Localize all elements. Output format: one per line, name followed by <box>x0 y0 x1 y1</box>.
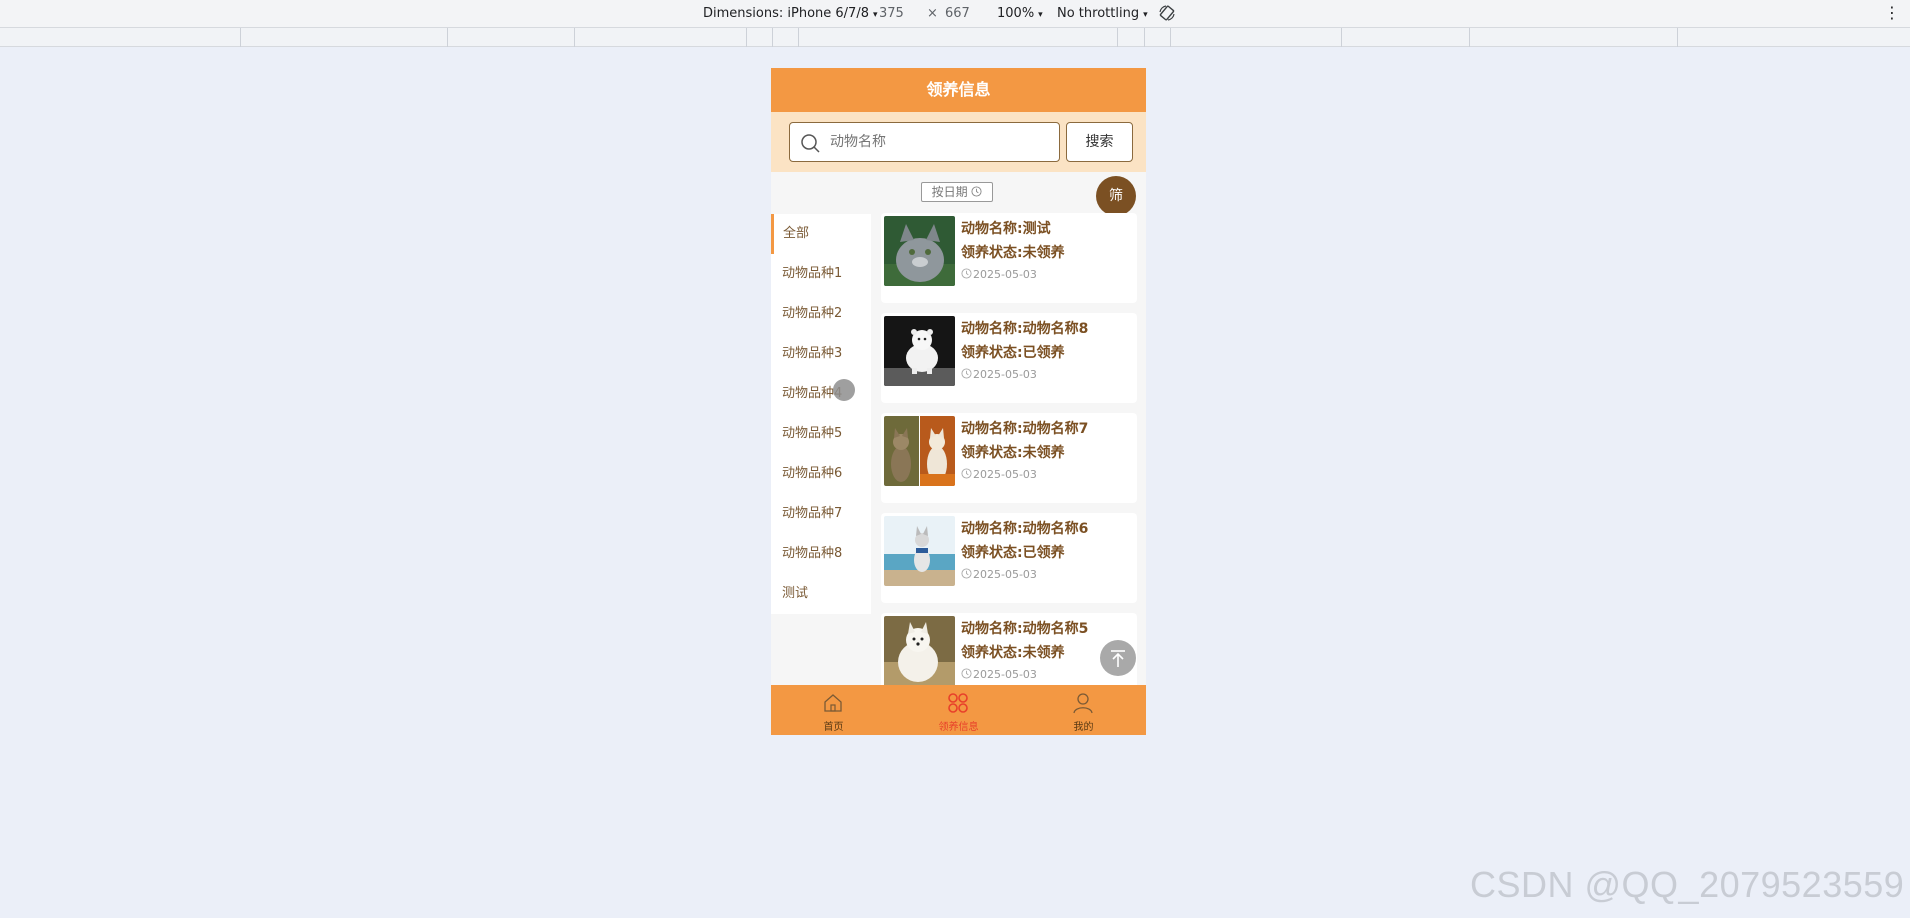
zoom-select[interactable]: 100% ▾ <box>997 6 1043 21</box>
clock-icon <box>961 668 972 679</box>
filter-button[interactable]: 筛 <box>1096 176 1136 216</box>
search-bar: 搜索 <box>771 112 1146 172</box>
search-icon <box>801 134 820 153</box>
search-input[interactable] <box>830 131 1050 153</box>
phone-viewport: 领养信息 搜索 按日期 筛 全部 动物品种1 动物品种2 动物品种3 动物品种4… <box>771 68 1146 735</box>
devtools-device-toolbar: Dimensions: iPhone 6/7/8 ▾ 375 × 667 100%… <box>0 0 1910 28</box>
device-select[interactable]: Dimensions: iPhone 6/7/8 ▾ <box>703 6 878 21</box>
sidebar-item-breed-8[interactable]: 动物品种8 <box>771 534 871 574</box>
post-date-text: 2025-05-03 <box>973 368 1037 381</box>
adoption-list: 动物名称:测试 领养状态:未领养 2025-05-03 动物名称:动物名称8 领… <box>881 213 1137 713</box>
gray-cat-photo <box>884 216 955 286</box>
adoption-card[interactable]: 动物名称:动物名称6 领养状态:已领养 2025-05-03 <box>881 513 1137 603</box>
back-to-top-button[interactable] <box>1100 640 1136 676</box>
sidebar-item-breed-4[interactable]: 动物品种4 <box>771 374 871 414</box>
clock-icon <box>971 186 982 197</box>
throttling-select[interactable]: No throttling ▾ <box>1057 6 1148 21</box>
home-icon <box>824 694 842 712</box>
chevron-down-icon: ▾ <box>1143 10 1148 20</box>
sidebar-item-breed-2[interactable]: 动物品种2 <box>771 294 871 334</box>
tab-label: 首页 <box>823 722 844 733</box>
post-date: 2025-05-03 <box>961 568 1037 581</box>
post-date: 2025-05-03 <box>961 468 1037 481</box>
adoption-card[interactable]: 动物名称:动物名称7 领养状态:未领养 2025-05-03 <box>881 413 1137 503</box>
tab-profile[interactable]: 我的 <box>1021 685 1146 735</box>
tab-adoption[interactable]: 领养信息 <box>896 685 1021 735</box>
search-button[interactable]: 搜索 <box>1066 122 1133 162</box>
tab-bar: 首页 领养信息 我的 <box>771 685 1146 735</box>
adoption-status: 领养状态:未领养 <box>961 645 1065 661</box>
category-sidebar: 全部 动物品种1 动物品种2 动物品种3 动物品种4 动物品种5 动物品种6 动… <box>771 214 871 614</box>
media-query-ruler <box>0 28 1910 47</box>
white-dog-photo <box>884 616 955 686</box>
adoption-status: 领养状态:未领养 <box>961 245 1065 261</box>
sort-by-date-button[interactable]: 按日期 <box>921 182 993 202</box>
rotate-icon[interactable] <box>1158 4 1176 22</box>
page-title: 领养信息 <box>771 68 1146 112</box>
tab-label: 领养信息 <box>938 722 979 733</box>
clock-icon <box>961 268 972 279</box>
sidebar-item-breed-3[interactable]: 动物品种3 <box>771 334 871 374</box>
clock-icon <box>961 468 972 479</box>
post-date-text: 2025-05-03 <box>973 468 1037 481</box>
post-date: 2025-05-03 <box>961 668 1037 681</box>
tab-home[interactable]: 首页 <box>771 685 896 735</box>
tab-label: 我的 <box>1073 722 1094 733</box>
sidebar-item-test[interactable]: 测试 <box>771 574 871 614</box>
sidebar-item-breed-6[interactable]: 动物品种6 <box>771 454 871 494</box>
zoom-label: 100% <box>997 6 1035 21</box>
white-ferret-photo <box>884 316 955 386</box>
throttling-label: No throttling <box>1057 6 1140 21</box>
height-input[interactable]: 667 <box>945 6 970 21</box>
arrow-up-icon <box>1111 650 1125 667</box>
animal-name: 动物名称:动物名称8 <box>961 321 1089 337</box>
clock-icon <box>961 368 972 379</box>
adoption-card[interactable]: 动物名称:动物名称8 领养状态:已领养 2025-05-03 <box>881 313 1137 403</box>
search-field[interactable] <box>789 122 1060 162</box>
device-select-label: Dimensions: iPhone 6/7/8 <box>703 6 869 21</box>
adoption-status: 领养状态:已领养 <box>961 545 1065 561</box>
post-date: 2025-05-03 <box>961 368 1037 381</box>
post-date-text: 2025-05-03 <box>973 668 1037 681</box>
width-input[interactable]: 375 <box>879 6 904 21</box>
chevron-down-icon: ▾ <box>872 10 878 20</box>
sidebar-item-all[interactable]: 全部 <box>771 214 871 254</box>
two-cats-photo <box>884 416 955 486</box>
watermark: CSDN @QQ_2079523559 <box>1470 864 1905 905</box>
post-date: 2025-05-03 <box>961 268 1037 281</box>
sort-label: 按日期 <box>931 185 968 199</box>
animal-name: 动物名称:测试 <box>961 221 1051 237</box>
dog-beach-photo <box>884 516 955 586</box>
touch-cursor <box>833 379 855 401</box>
animal-name: 动物名称:动物名称5 <box>961 621 1089 637</box>
grid-icon <box>948 693 968 713</box>
post-date-text: 2025-05-03 <box>973 268 1037 281</box>
post-date-text: 2025-05-03 <box>973 568 1037 581</box>
animal-name: 动物名称:动物名称6 <box>961 521 1089 537</box>
times-sign: × <box>927 6 938 21</box>
animal-name: 动物名称:动物名称7 <box>961 421 1089 437</box>
sidebar-item-breed-5[interactable]: 动物品种5 <box>771 414 871 454</box>
user-icon <box>1073 693 1093 714</box>
sidebar-item-breed-7[interactable]: 动物品种7 <box>771 494 871 534</box>
adoption-status: 领养状态:未领养 <box>961 445 1065 461</box>
clock-icon <box>961 568 972 579</box>
adoption-card[interactable]: 动物名称:测试 领养状态:未领养 2025-05-03 <box>881 213 1137 303</box>
sidebar-item-breed-1[interactable]: 动物品种1 <box>771 254 871 294</box>
more-options-icon[interactable]: ⋮ <box>1884 4 1900 22</box>
chevron-down-icon: ▾ <box>1038 10 1043 20</box>
adoption-status: 领养状态:已领养 <box>961 345 1065 361</box>
